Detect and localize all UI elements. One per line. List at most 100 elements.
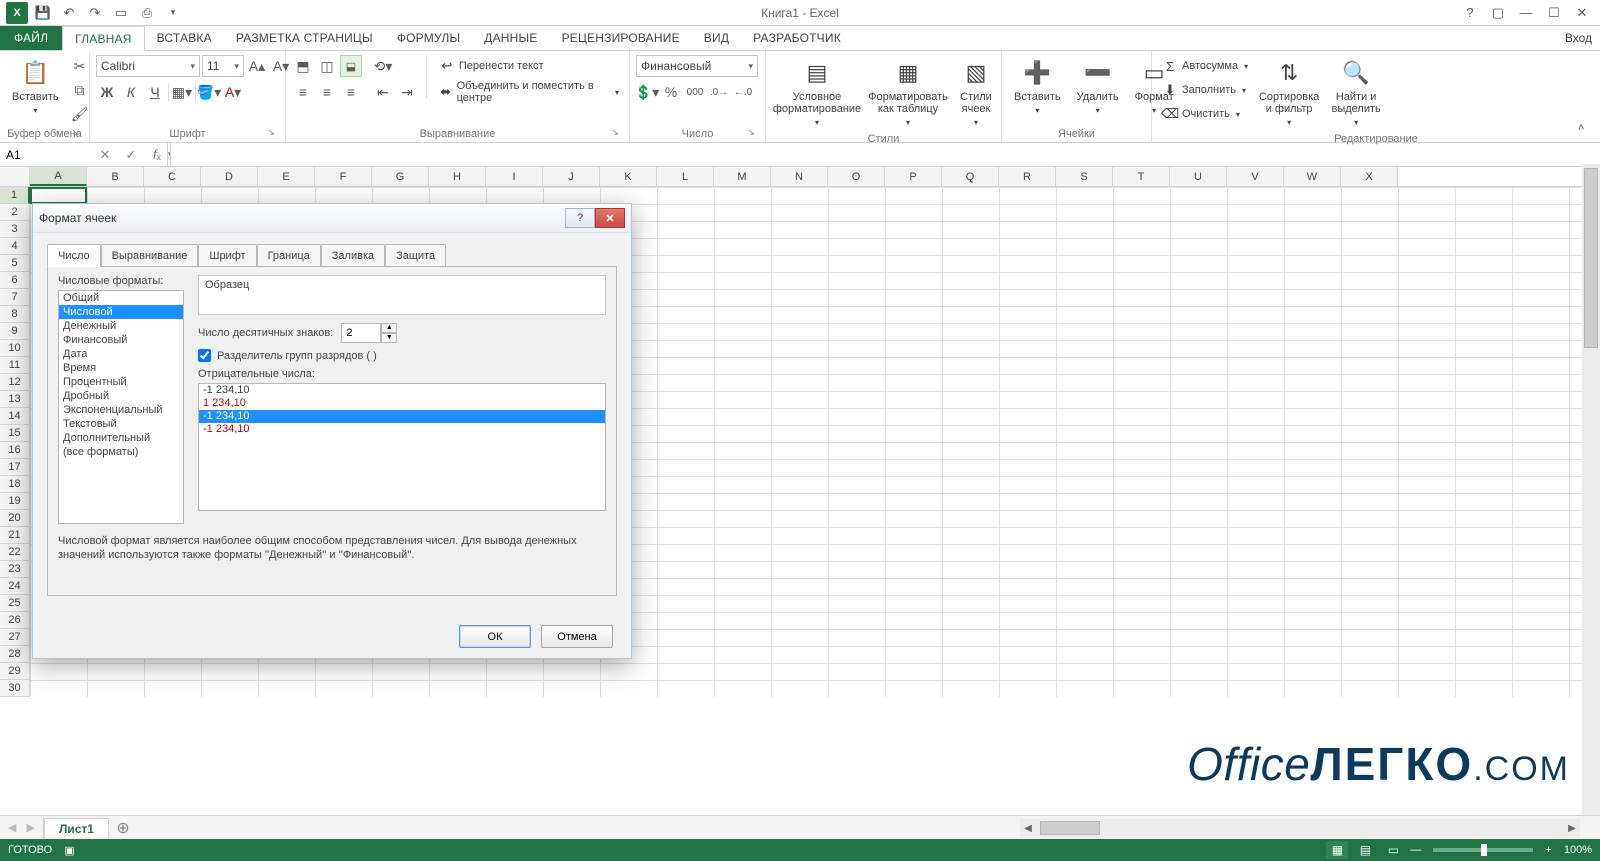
number-category-item[interactable]: Дробный <box>59 389 183 403</box>
help-button[interactable]: ? <box>1456 2 1484 24</box>
view-page-break-button[interactable]: ▭ <box>1382 841 1404 859</box>
maximize-button[interactable]: ☐ <box>1540 2 1568 24</box>
accounting-format-button[interactable]: 💲▾ <box>636 81 658 103</box>
tab-formulas[interactable]: ФОРМУЛЫ <box>385 26 472 50</box>
row-header[interactable]: 17 <box>0 459 30 476</box>
formula-input[interactable] <box>171 143 1600 166</box>
column-header[interactable]: T <box>1113 167 1170 186</box>
row-header[interactable]: 9 <box>0 323 30 340</box>
column-header[interactable]: X <box>1341 167 1398 186</box>
thousands-separator-checkbox[interactable]: Разделитель групп разрядов ( ) <box>198 349 606 362</box>
select-all-button[interactable] <box>0 167 30 186</box>
macro-record-icon[interactable]: ▣ <box>64 844 74 857</box>
sort-filter-button[interactable]: ⇅Сортировка и фильтр▾ <box>1256 55 1322 131</box>
bold-button[interactable]: Ж <box>96 81 118 103</box>
row-header[interactable]: 28 <box>0 646 30 663</box>
row-header[interactable]: 20 <box>0 510 30 527</box>
cancel-formula-button[interactable]: ✕ <box>96 147 114 163</box>
row-header[interactable]: 30 <box>0 680 30 697</box>
dialog-tab[interactable]: Число <box>47 244 101 267</box>
underline-button[interactable]: Ч <box>144 81 166 103</box>
number-category-item[interactable]: Числовой <box>59 305 183 319</box>
column-header[interactable]: H <box>429 167 486 186</box>
row-header[interactable]: 1 <box>0 187 30 204</box>
number-category-item[interactable]: Текстовый <box>59 417 183 431</box>
column-header[interactable]: I <box>486 167 543 186</box>
sheet-nav-prev[interactable]: ◀ <box>8 821 16 834</box>
number-category-item[interactable]: Время <box>59 361 183 375</box>
dialog-titlebar[interactable]: Формат ячеек ? ✕ <box>33 204 631 232</box>
paste-button[interactable]: 📋 Вставить ▾ <box>6 55 65 119</box>
tab-insert[interactable]: ВСТАВКА <box>145 26 224 50</box>
vertical-scrollbar[interactable] <box>1582 164 1600 815</box>
delete-cells-button[interactable]: ➖Удалить▾ <box>1071 55 1125 119</box>
number-category-item[interactable]: Дата <box>59 347 183 361</box>
dialog-close-button[interactable]: ✕ <box>595 208 625 228</box>
qat-print-button[interactable]: ⎙ <box>136 2 158 24</box>
zoom-in-button[interactable]: + <box>1545 844 1551 856</box>
row-header[interactable]: 11 <box>0 357 30 374</box>
row-header[interactable]: 12 <box>0 374 30 391</box>
row-header[interactable]: 29 <box>0 663 30 680</box>
dialog-tab[interactable]: Заливка <box>321 244 385 267</box>
dialog-tab[interactable]: Выравнивание <box>101 244 199 267</box>
sign-in-link[interactable]: Вход <box>1565 26 1592 50</box>
number-category-item[interactable]: Финансовый <box>59 333 183 347</box>
negative-format-item[interactable]: -1 234,10 <box>199 410 605 423</box>
new-sheet-button[interactable]: ⊕ <box>109 816 137 839</box>
tab-review[interactable]: РЕЦЕНЗИРОВАНИЕ <box>550 26 692 50</box>
hscroll-right[interactable]: ▶ <box>1564 823 1580 834</box>
column-header[interactable]: D <box>201 167 258 186</box>
collapse-ribbon-button[interactable]: ˄ <box>1578 122 1594 138</box>
column-header[interactable]: W <box>1284 167 1341 186</box>
format-painter-button[interactable]: 🖌 <box>69 103 91 125</box>
find-select-button[interactable]: 🔍Найти и выделить▾ <box>1326 55 1386 131</box>
clipboard-dialog-launcher[interactable]: ↘ <box>69 127 81 139</box>
increase-indent-button[interactable]: ⇥ <box>396 81 418 103</box>
alignment-dialog-launcher[interactable]: ↘ <box>609 127 621 139</box>
negative-format-item[interactable]: -1 234,10 <box>199 384 605 397</box>
decrease-decimal-button[interactable]: ←.0 <box>732 81 754 103</box>
row-header[interactable]: 27 <box>0 629 30 646</box>
italic-button[interactable]: К <box>120 81 142 103</box>
orientation-button[interactable]: ⟲▾ <box>372 55 394 77</box>
minimize-button[interactable]: — <box>1512 2 1540 24</box>
row-header[interactable]: 10 <box>0 340 30 357</box>
tab-layout[interactable]: РАЗМЕТКА СТРАНИЦЫ <box>224 26 385 50</box>
row-header[interactable]: 16 <box>0 442 30 459</box>
number-format-combo[interactable]: Финансовый▾ <box>636 55 758 77</box>
decimals-up-button[interactable]: ▲ <box>381 323 397 333</box>
column-header[interactable]: E <box>258 167 315 186</box>
hscroll-thumb[interactable] <box>1040 821 1100 835</box>
column-header[interactable]: R <box>999 167 1056 186</box>
column-header[interactable]: O <box>828 167 885 186</box>
comma-format-button[interactable]: 000 <box>684 81 706 103</box>
dialog-cancel-button[interactable]: Отмена <box>541 625 613 648</box>
row-header[interactable]: 26 <box>0 612 30 629</box>
column-header[interactable]: J <box>543 167 600 186</box>
grow-font-button[interactable]: A▴ <box>246 55 268 77</box>
row-header[interactable]: 23 <box>0 561 30 578</box>
align-right-button[interactable]: ≡ <box>340 81 362 103</box>
wrap-text-button[interactable]: ↩Перенести текст <box>435 55 623 77</box>
dialog-help-button[interactable]: ? <box>565 208 595 228</box>
format-as-table-button[interactable]: ▦Форматировать как таблицу▾ <box>866 55 950 131</box>
font-color-button[interactable]: A▾ <box>222 81 244 103</box>
tab-home[interactable]: ГЛАВНАЯ <box>62 26 144 51</box>
dialog-tab[interactable]: Шрифт <box>198 244 256 267</box>
number-category-item[interactable]: Общий <box>59 291 183 305</box>
column-header[interactable]: P <box>885 167 942 186</box>
thousands-checkbox-input[interactable] <box>198 349 211 362</box>
row-header[interactable]: 6 <box>0 272 30 289</box>
column-header[interactable]: F <box>315 167 372 186</box>
row-header[interactable]: 2 <box>0 204 30 221</box>
negative-numbers-list[interactable]: -1 234,101 234,10-1 234,10-1 234,10 <box>198 383 606 511</box>
dialog-tab[interactable]: Защита <box>385 244 446 267</box>
row-header[interactable]: 21 <box>0 527 30 544</box>
increase-decimal-button[interactable]: .0→ <box>708 81 730 103</box>
row-header[interactable]: 8 <box>0 306 30 323</box>
merge-center-button[interactable]: ⬌Объединить и поместить в центре▾ <box>435 81 623 103</box>
number-category-item[interactable]: Процентный <box>59 375 183 389</box>
cell-styles-button[interactable]: ▧Стили ячеек▾ <box>954 55 998 131</box>
row-header[interactable]: 5 <box>0 255 30 272</box>
